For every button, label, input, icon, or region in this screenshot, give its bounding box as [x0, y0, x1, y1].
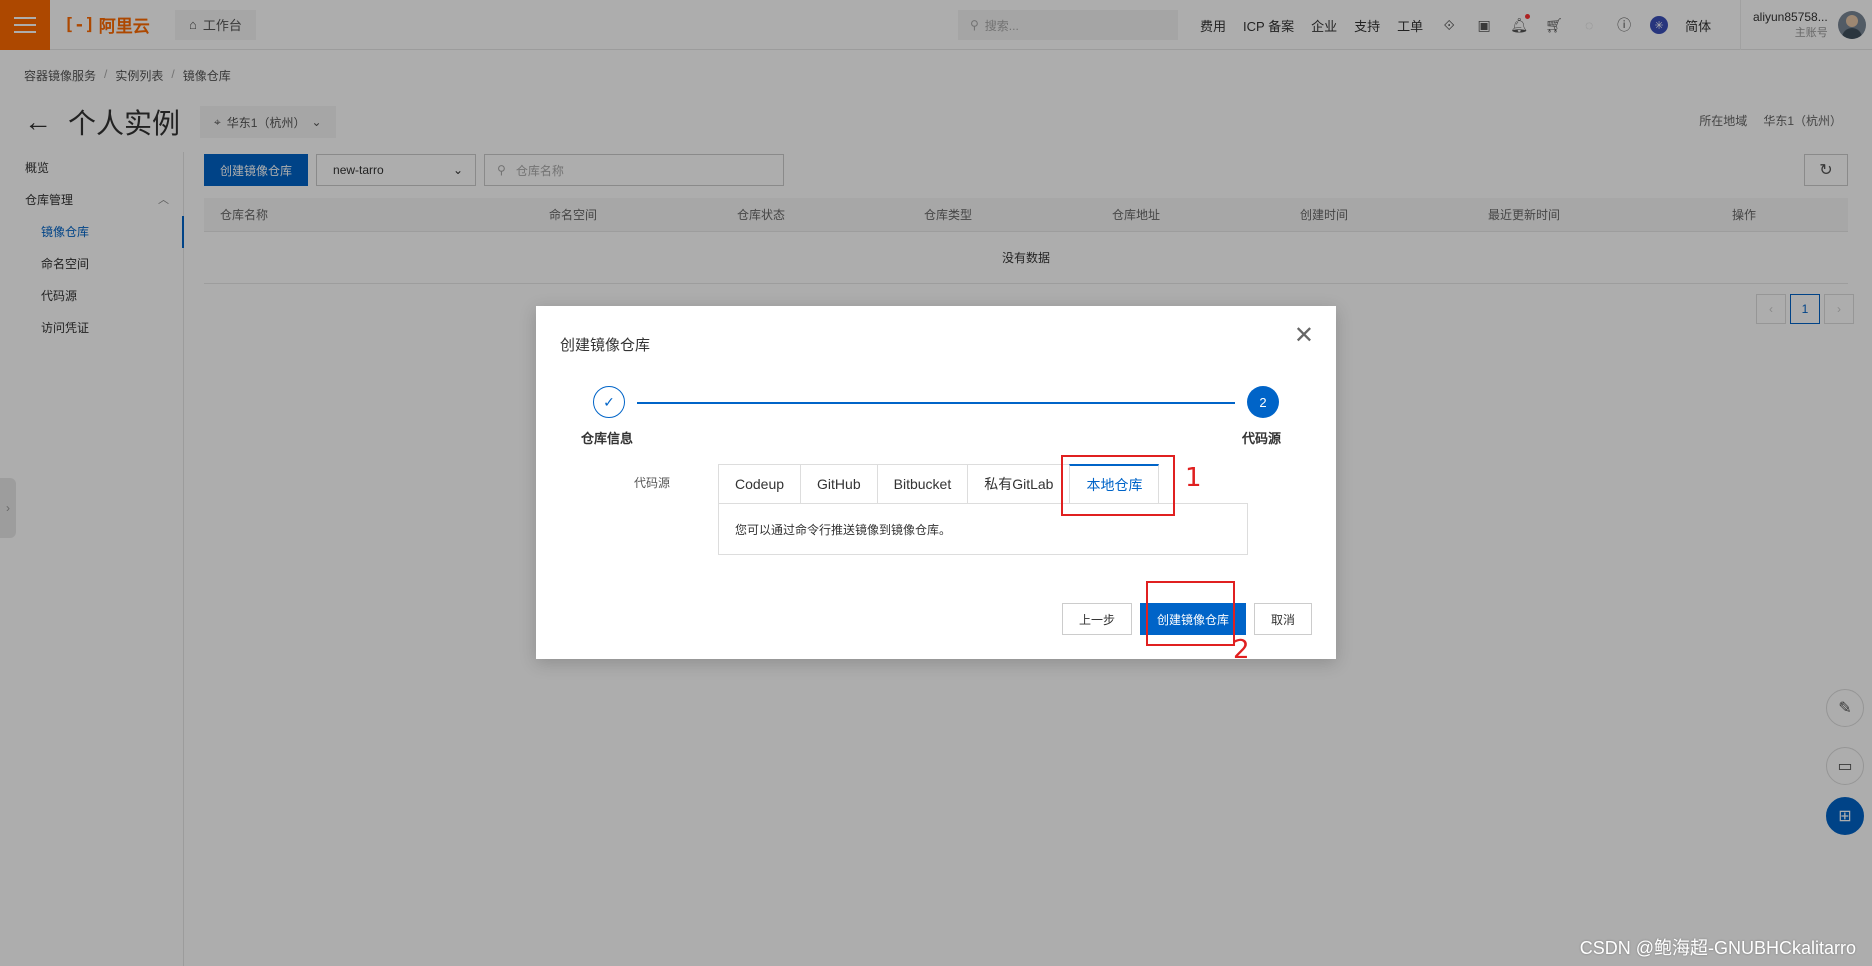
step-1-label: 仓库信息 [581, 431, 634, 446]
tab-github[interactable]: GitHub [800, 464, 877, 504]
step-1-check-icon: ✓ [593, 386, 625, 418]
tab-private-gitlab[interactable]: 私有GitLab [967, 464, 1070, 504]
previous-step-button[interactable]: 上一步 [1061, 603, 1132, 635]
code-source-label: 代码源 [634, 476, 671, 490]
watermark: CSDN @鲍海超-GNUBHCkalitarro [1579, 938, 1856, 958]
step-progress-line [637, 402, 1235, 404]
step-2-indicator: 2 [1247, 386, 1279, 418]
annotation-number-1: 1 [1185, 463, 1202, 493]
dialog-title: 创建镜像仓库 [560, 337, 651, 354]
tab-bitbucket[interactable]: Bitbucket [876, 464, 968, 504]
annotation-box-1 [1061, 455, 1175, 516]
tab-codeup[interactable]: Codeup [718, 464, 801, 504]
annotation-number-2: 2 [1233, 635, 1250, 665]
cancel-button[interactable]: 取消 [1253, 603, 1312, 635]
step-2-label: 代码源 [1242, 431, 1282, 446]
annotation-box-2 [1146, 581, 1235, 646]
close-icon[interactable]: ✕ [1294, 324, 1314, 348]
